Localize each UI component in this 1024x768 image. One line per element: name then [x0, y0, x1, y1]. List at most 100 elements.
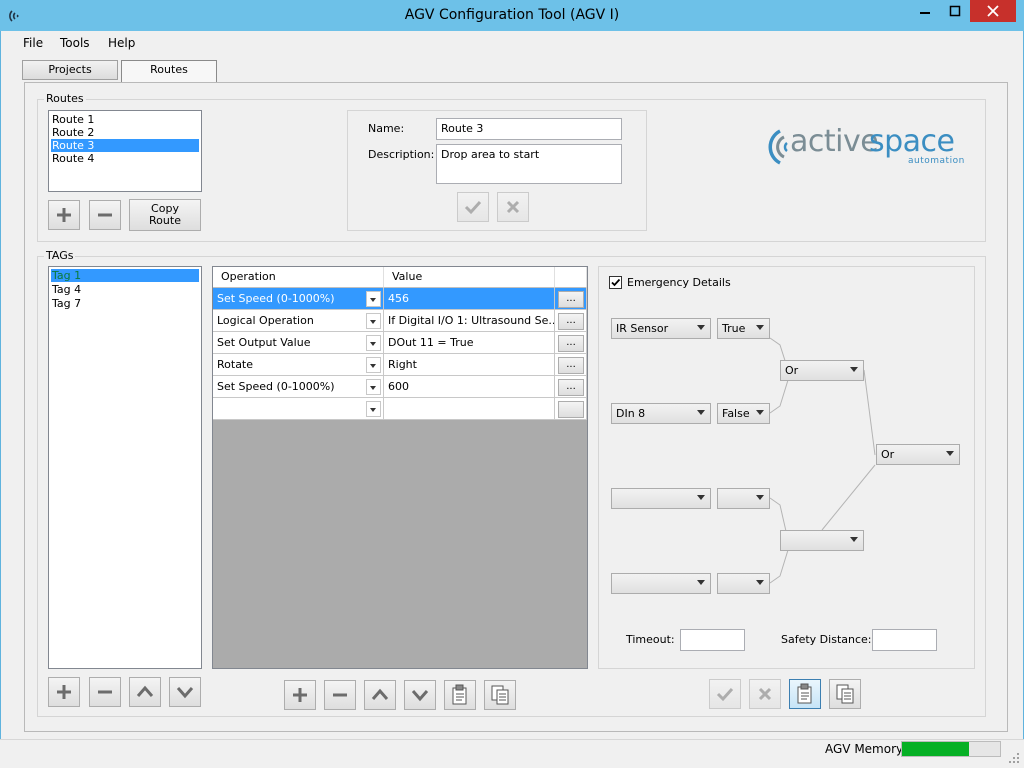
- add-operation-button[interactable]: [284, 680, 316, 710]
- copy-route-button[interactable]: Copy Route: [129, 199, 201, 231]
- edit-value-button[interactable]: [558, 401, 584, 418]
- maximize-button[interactable]: [940, 0, 970, 22]
- operation-dropdown-button[interactable]: [366, 335, 381, 351]
- move-operation-up-button[interactable]: [364, 680, 396, 710]
- operation-dropdown-button[interactable]: [366, 313, 381, 329]
- grid-cell-value[interactable]: 600: [384, 376, 555, 398]
- sensor-1-value: IR Sensor: [616, 322, 669, 335]
- chevron-down-icon: [756, 325, 764, 330]
- add-route-button[interactable]: [48, 200, 80, 230]
- list-item[interactable]: Route 2: [51, 126, 199, 139]
- state-2-select[interactable]: False: [717, 403, 770, 424]
- chevron-down-icon: [370, 342, 376, 346]
- menu-help[interactable]: Help: [108, 31, 135, 55]
- remove-tag-button[interactable]: [89, 677, 121, 707]
- chevron-down-icon: [176, 687, 194, 699]
- tags-list[interactable]: Tag 1 Tag 4 Tag 7: [48, 266, 202, 669]
- list-item[interactable]: Tag 7: [51, 297, 199, 310]
- sensor-3-select[interactable]: [611, 488, 711, 509]
- confirm-route-button[interactable]: [457, 192, 489, 222]
- routes-group-label: Routes: [44, 92, 86, 105]
- state-4-select[interactable]: [717, 573, 770, 594]
- cancel-route-button[interactable]: [497, 192, 529, 222]
- safety-distance-label: Safety Distance:: [781, 633, 872, 646]
- add-tag-button[interactable]: [48, 677, 80, 707]
- column-header-value[interactable]: Value: [384, 267, 555, 288]
- sensor-2-select[interactable]: DIn 8: [611, 403, 711, 424]
- agv-memory-label: AGV Memory: [825, 742, 904, 756]
- logo-tagline: automation: [908, 156, 965, 166]
- safety-distance-field[interactable]: [872, 629, 937, 651]
- list-item[interactable]: Tag 4: [51, 283, 199, 296]
- edit-value-button[interactable]: ...: [558, 291, 584, 308]
- column-header-operation[interactable]: Operation: [213, 267, 384, 288]
- column-header-edit: [555, 267, 587, 288]
- grid-cell-value[interactable]: If Digital I/O 1: Ultrasound Se...: [384, 310, 555, 332]
- grid-cell-operation[interactable]: [213, 398, 384, 420]
- menu-bar: [8, 31, 1016, 55]
- routes-list[interactable]: Route 1 Route 2 Route 3 Route 4: [48, 110, 202, 192]
- sensor-1-select[interactable]: IR Sensor: [611, 318, 711, 339]
- sensor-4-select[interactable]: [611, 573, 711, 594]
- grid-cell-operation[interactable]: Rotate: [213, 354, 384, 376]
- chevron-down-icon: [697, 580, 705, 585]
- edit-value-button[interactable]: ...: [558, 357, 584, 374]
- edit-value-button[interactable]: ...: [558, 379, 584, 396]
- chevron-up-icon: [371, 688, 389, 700]
- grid-cell-operation[interactable]: Logical Operation: [213, 310, 384, 332]
- minimize-button[interactable]: [910, 0, 940, 22]
- chevron-down-icon: [697, 410, 705, 415]
- move-operation-down-button[interactable]: [404, 680, 436, 710]
- resize-grip-icon[interactable]: [1008, 752, 1020, 764]
- state-3-select[interactable]: [717, 488, 770, 509]
- cancel-emergency-button[interactable]: [749, 679, 781, 709]
- menu-tools[interactable]: Tools: [60, 31, 90, 55]
- tab-projects[interactable]: Projects: [22, 60, 118, 80]
- minus-icon: [98, 213, 112, 217]
- logo-text-active: active: [790, 124, 879, 159]
- close-icon: [987, 5, 999, 17]
- grid-cell-value[interactable]: 456: [384, 288, 555, 310]
- description-field[interactable]: Drop area to start: [436, 144, 622, 184]
- remove-operation-button[interactable]: [324, 680, 356, 710]
- name-field[interactable]: Route 3: [436, 118, 622, 140]
- operation-dropdown-button[interactable]: [366, 379, 381, 395]
- edit-value-button[interactable]: ...: [558, 313, 584, 330]
- timeout-field[interactable]: [680, 629, 745, 651]
- grid-cell-operation[interactable]: Set Output Value: [213, 332, 384, 354]
- list-item[interactable]: Route 4: [51, 152, 199, 165]
- tab-routes[interactable]: Routes: [121, 60, 217, 82]
- chevron-down-icon: [756, 495, 764, 500]
- copy-emergency-button[interactable]: [829, 679, 861, 709]
- copy-operation-button[interactable]: [484, 680, 516, 710]
- logic-1-select[interactable]: Or: [780, 360, 864, 381]
- grid-cell-value[interactable]: Right: [384, 354, 555, 376]
- list-item[interactable]: Route 1: [51, 113, 199, 126]
- grid-cell-value[interactable]: DOut 11 = True: [384, 332, 555, 354]
- x-icon: [758, 687, 772, 701]
- operation-dropdown-button[interactable]: [366, 357, 381, 373]
- remove-route-button[interactable]: [89, 200, 121, 230]
- grid-cell-value[interactable]: [384, 398, 555, 420]
- x-icon: [506, 200, 520, 214]
- logic-2-select[interactable]: [780, 530, 864, 551]
- move-tag-up-button[interactable]: [129, 677, 161, 707]
- logic-final-select[interactable]: Or: [876, 444, 960, 465]
- state-1-select[interactable]: True: [717, 318, 770, 339]
- paste-operation-button[interactable]: [444, 680, 476, 710]
- operation-dropdown-button[interactable]: [366, 401, 381, 417]
- list-item[interactable]: Route 3: [51, 139, 199, 152]
- logic-1-value: Or: [785, 364, 799, 377]
- move-tag-down-button[interactable]: [169, 677, 201, 707]
- grid-cell-operation[interactable]: Set Speed (0-1000%): [213, 376, 384, 398]
- menu-file[interactable]: File: [23, 31, 43, 55]
- chevron-down-icon: [850, 537, 858, 542]
- grid-cell-operation[interactable]: Set Speed (0-1000%): [213, 288, 384, 310]
- paste-emergency-button[interactable]: [789, 679, 821, 709]
- operation-dropdown-button[interactable]: [366, 291, 381, 307]
- confirm-emergency-button[interactable]: [709, 679, 741, 709]
- close-button[interactable]: [970, 0, 1016, 22]
- list-item[interactable]: Tag 1: [51, 269, 199, 282]
- edit-value-button[interactable]: ...: [558, 335, 584, 352]
- clipboard-icon: [797, 683, 812, 704]
